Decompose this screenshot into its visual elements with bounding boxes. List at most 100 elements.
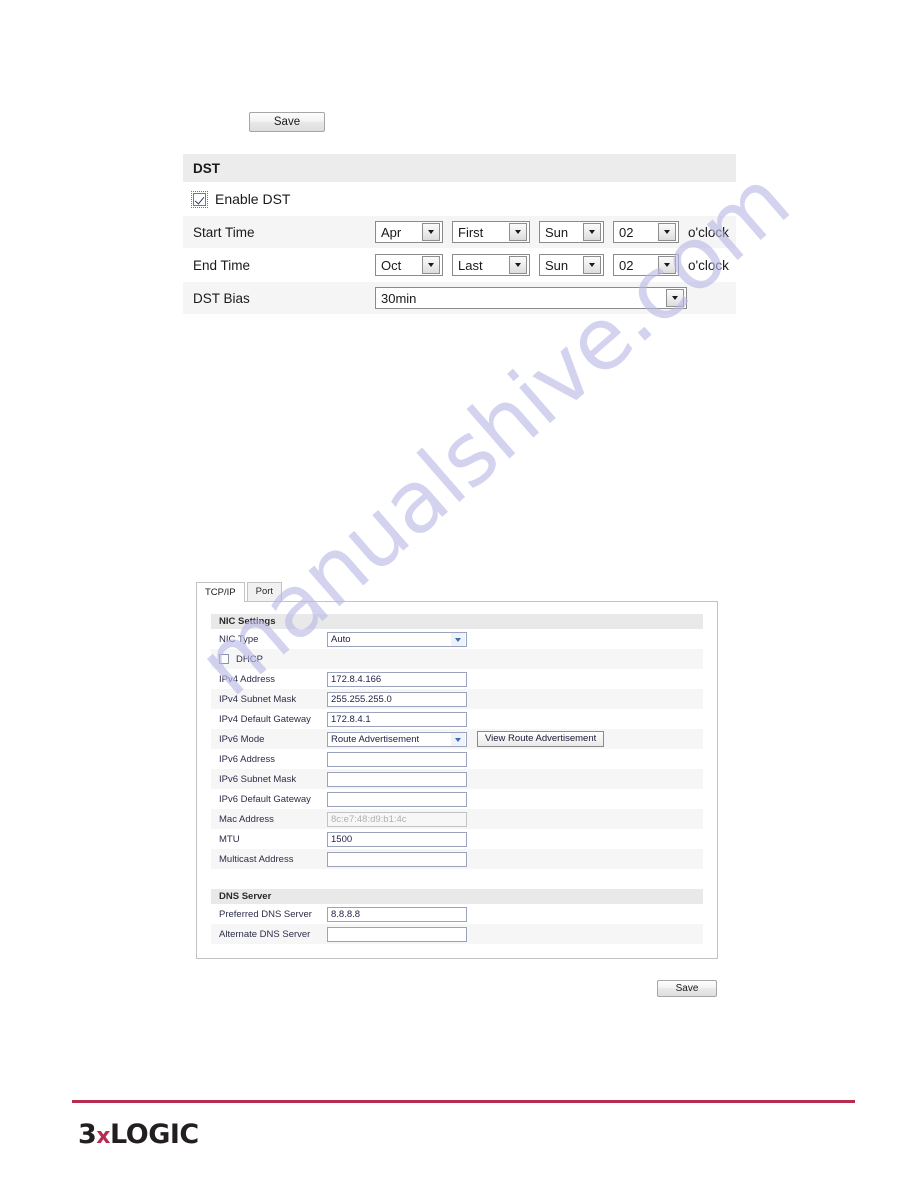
- ipv6-mode-value: Route Advertisement: [331, 733, 420, 745]
- end-time-month-value: Oct: [381, 257, 402, 273]
- ipv6-address-input[interactable]: [327, 751, 467, 767]
- dst-bias-select[interactable]: 30min: [375, 287, 687, 309]
- ipv6-mode-row: IPv6 Mode Route Advertisement View Route…: [211, 729, 703, 749]
- ipv6-subnet-mask-row: IPv6 Subnet Mask: [211, 769, 703, 789]
- start-time-hour-select[interactable]: 02: [613, 221, 679, 243]
- end-time-suffix: o'clock: [688, 257, 729, 273]
- start-time-month-select[interactable]: Apr: [375, 221, 443, 243]
- chevron-down-icon: [451, 732, 465, 746]
- ipv4-subnet-mask-label: IPv4 Subnet Mask: [219, 693, 297, 705]
- nic-type-label: NIC Type: [219, 633, 259, 645]
- dst-bias-row: DST Bias 30min: [183, 282, 736, 315]
- nic-type-row: NIC Type Auto: [211, 629, 703, 649]
- chevron-down-icon: [422, 223, 440, 241]
- ipv6-default-gateway-label: IPv6 Default Gateway: [219, 793, 311, 805]
- dst-bias-label: DST Bias: [193, 290, 250, 306]
- multicast-address-input[interactable]: [327, 851, 467, 867]
- ipv6-mode-select[interactable]: Route Advertisement: [327, 731, 467, 747]
- dst-end-time-row: End Time Oct Last Sun 02 o'clock: [183, 249, 736, 282]
- footer-divider: [72, 1100, 855, 1103]
- dst-section: DST Enable DST Start Time Apr First Sun …: [183, 154, 736, 315]
- ipv4-default-gateway-label: IPv4 Default Gateway: [219, 713, 311, 725]
- ipv4-subnet-mask-input[interactable]: 255.255.255.0: [327, 691, 467, 707]
- ipv4-default-gateway-input[interactable]: 172.8.4.1: [327, 711, 467, 727]
- logo-text-3: 3: [78, 1119, 97, 1150]
- dst-start-time-row: Start Time Apr First Sun 02 o'clock: [183, 216, 736, 249]
- chevron-down-icon: [583, 223, 601, 241]
- ipv4-address-row: IPv4 Address 172.8.4.166: [211, 669, 703, 689]
- end-time-hour-select[interactable]: 02: [613, 254, 679, 276]
- enable-dst-checkbox[interactable]: [191, 190, 208, 208]
- start-time-hour-value: 02: [619, 224, 634, 240]
- ipv6-address-label: IPv6 Address: [219, 753, 275, 765]
- ipv6-subnet-mask-label: IPv6 Subnet Mask: [219, 773, 297, 785]
- ipv4-address-label: IPv4 Address: [219, 673, 275, 685]
- view-route-advertisement-button[interactable]: View Route Advertisement: [477, 731, 605, 747]
- multicast-address-label: Multicast Address: [219, 853, 294, 865]
- chevron-down-icon: [658, 223, 676, 241]
- brand-logo: 3xLOGIC: [78, 1119, 199, 1150]
- end-time-day-value: Sun: [545, 257, 569, 273]
- chevron-down-icon: [658, 256, 676, 274]
- start-time-suffix: o'clock: [688, 224, 729, 240]
- nic-type-select[interactable]: Auto: [327, 631, 467, 647]
- start-time-label: Start Time: [193, 224, 255, 240]
- nic-settings-header: NIC Settings: [211, 614, 703, 629]
- start-time-day-select[interactable]: Sun: [539, 221, 604, 243]
- chevron-down-icon: [509, 223, 527, 241]
- mac-address-row: Mac Address 8c:e7:48:d9:b1:4c: [211, 809, 703, 829]
- tab-strip: TCP/IP Port: [196, 582, 718, 602]
- dhcp-checkbox[interactable]: [219, 654, 229, 664]
- chevron-down-icon: [666, 289, 684, 307]
- ipv4-default-gateway-row: IPv4 Default Gateway 172.8.4.1: [211, 709, 703, 729]
- start-time-month-value: Apr: [381, 224, 402, 240]
- ipv6-default-gateway-input[interactable]: [327, 791, 467, 807]
- ipv6-address-row: IPv6 Address: [211, 749, 703, 769]
- preferred-dns-row: Preferred DNS Server 8.8.8.8: [211, 904, 703, 924]
- end-time-month-select[interactable]: Oct: [375, 254, 443, 276]
- end-time-hour-value: 02: [619, 257, 634, 273]
- mtu-input[interactable]: 1500: [327, 831, 467, 847]
- alternate-dns-input[interactable]: [327, 926, 467, 942]
- end-time-week-select[interactable]: Last: [452, 254, 530, 276]
- dns-server-header: DNS Server: [211, 889, 703, 904]
- mac-address-label: Mac Address: [219, 813, 274, 825]
- save-button-dst[interactable]: Save: [249, 112, 325, 132]
- ipv4-address-input[interactable]: 172.8.4.166: [327, 671, 467, 687]
- logo-text-logic: LOGIC: [110, 1119, 199, 1150]
- dhcp-label: DHCP: [236, 653, 263, 665]
- logo-text-x: x: [96, 1124, 110, 1149]
- dst-section-header: DST: [183, 154, 736, 183]
- end-time-label: End Time: [193, 257, 251, 273]
- preferred-dns-input[interactable]: 8.8.8.8: [327, 906, 467, 922]
- end-time-day-select[interactable]: Sun: [539, 254, 604, 276]
- dst-enable-row: Enable DST: [183, 183, 736, 216]
- nic-type-value: Auto: [331, 633, 351, 645]
- save-button-tcpip[interactable]: Save: [657, 980, 717, 997]
- alternate-dns-label: Alternate DNS Server: [219, 928, 311, 940]
- ipv6-subnet-mask-input[interactable]: [327, 771, 467, 787]
- preferred-dns-label: Preferred DNS Server: [219, 908, 312, 920]
- chevron-down-icon: [509, 256, 527, 274]
- dst-bias-value: 30min: [381, 290, 417, 306]
- ipv6-default-gateway-row: IPv6 Default Gateway: [211, 789, 703, 809]
- chevron-down-icon: [451, 632, 465, 646]
- dhcp-row: DHCP: [211, 649, 703, 669]
- ipv4-subnet-mask-row: IPv4 Subnet Mask 255.255.255.0: [211, 689, 703, 709]
- start-time-day-value: Sun: [545, 224, 569, 240]
- tcpip-panel-body: NIC Settings NIC Type Auto DHCP IPv4 Add…: [196, 601, 718, 959]
- chevron-down-icon: [583, 256, 601, 274]
- chevron-down-icon: [422, 256, 440, 274]
- tab-tcpip[interactable]: TCP/IP: [196, 582, 245, 602]
- tab-port[interactable]: Port: [246, 582, 283, 601]
- start-time-week-value: First: [458, 224, 484, 240]
- start-time-week-select[interactable]: First: [452, 221, 530, 243]
- mtu-row: MTU 1500: [211, 829, 703, 849]
- multicast-address-row: Multicast Address: [211, 849, 703, 869]
- tcpip-panel: TCP/IP Port NIC Settings NIC Type Auto D…: [196, 582, 718, 959]
- end-time-week-value: Last: [458, 257, 483, 273]
- mtu-label: MTU: [219, 833, 240, 845]
- enable-dst-label: Enable DST: [215, 191, 291, 207]
- alternate-dns-row: Alternate DNS Server: [211, 924, 703, 944]
